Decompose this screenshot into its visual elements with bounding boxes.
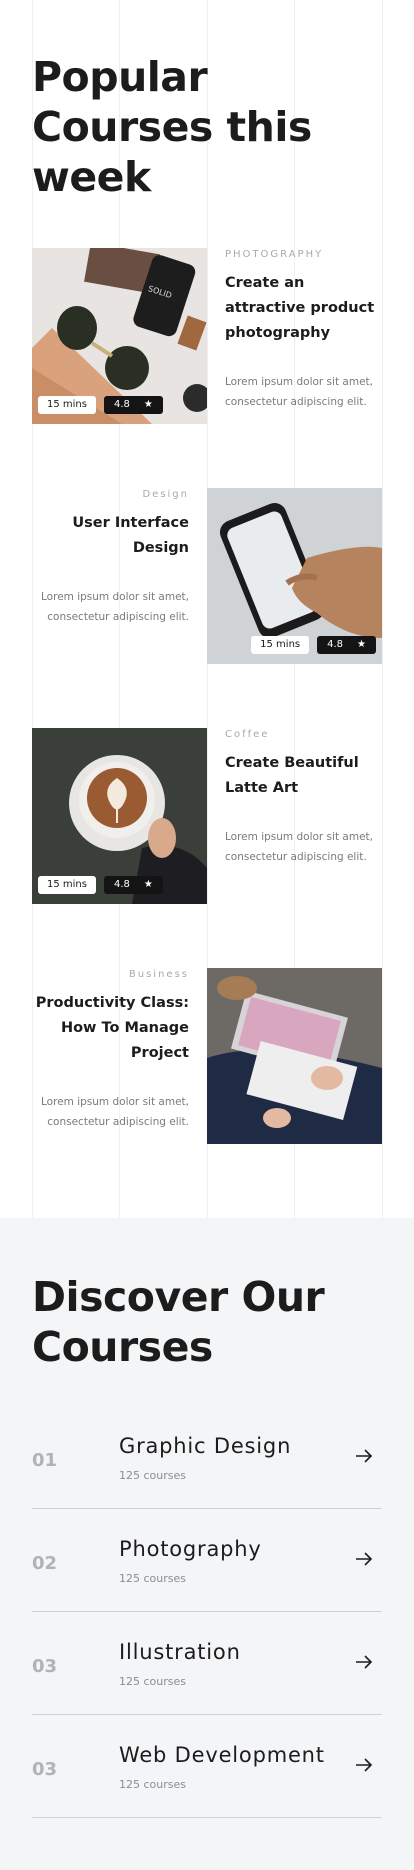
item-name[interactable]: Graphic Design [119, 1434, 291, 1458]
course-category: Coffee [225, 729, 270, 740]
course-card-design[interactable]: Design User Interface Design Lorem ipsum… [32, 488, 382, 664]
arrow-right-icon[interactable] [354, 1446, 374, 1466]
item-name[interactable]: Photography [119, 1537, 262, 1561]
laptop-lap-image[interactable] [207, 968, 382, 1144]
duration-badge: 15 mins [38, 396, 96, 414]
arrow-right-icon[interactable] [354, 1549, 374, 1569]
popular-courses-section: Popular Courses this week SOLID 15 mins … [0, 0, 414, 1218]
item-number: 03 [32, 1759, 58, 1780]
list-item[interactable]: 02 Photography 125 courses [32, 1509, 382, 1612]
rating-badge: 4.8 ★ [317, 636, 376, 654]
course-category: PHOTOGRAPHY [225, 249, 324, 260]
star-icon: ★ [143, 399, 153, 410]
list-item[interactable]: 01 Graphic Design 125 courses [32, 1406, 382, 1509]
rating-badge: 4.8 ★ [103, 876, 163, 894]
course-description: Lorem ipsum dolor sit amet, consectetur … [41, 1096, 189, 1128]
course-info: Business Productivity Class: How To Mana… [32, 968, 189, 1132]
rating-value: 4.8 [113, 879, 130, 890]
star-icon: ★ [357, 639, 366, 650]
course-info: Design User Interface Design Lorem ipsum… [32, 488, 189, 627]
course-info: PHOTOGRAPHY Create an attractive product… [225, 248, 385, 412]
item-count: 125 courses [119, 1572, 186, 1585]
item-name[interactable]: Web Development [119, 1743, 325, 1767]
phone-in-hand-image[interactable]: 15 mins 4.8 ★ [207, 488, 382, 664]
arrow-right-icon[interactable] [354, 1652, 374, 1672]
course-description: Lorem ipsum dolor sit amet, consectetur … [41, 591, 189, 623]
rating-value: 4.8 [327, 639, 344, 650]
course-title[interactable]: Productivity Class: How To Manage Projec… [32, 991, 189, 1066]
sunglasses-flatlay-image[interactable]: SOLID 15 mins 4.8 ★ [32, 248, 207, 424]
item-name[interactable]: Illustration [119, 1640, 241, 1664]
item-number: 03 [32, 1656, 58, 1677]
discover-courses-title: Discover Our Courses [32, 1273, 325, 1371]
course-card-photography[interactable]: SOLID 15 mins 4.8 ★ PHOTOGRAPHY Create a… [32, 248, 382, 424]
item-count: 125 courses [119, 1469, 186, 1482]
rating-value: 4.8 [113, 399, 130, 410]
list-item[interactable]: 03 Web Development 125 courses [32, 1715, 382, 1818]
course-meta-pills: 15 mins 4.8 ★ [38, 396, 163, 414]
duration-badge: 15 mins [38, 876, 96, 894]
course-description: Lorem ipsum dolor sit amet, consectetur … [225, 831, 373, 863]
course-info: Coffee Create Beautiful Latte Art Lorem … [225, 728, 385, 867]
course-card-business[interactable]: Business Productivity Class: How To Mana… [32, 968, 382, 1144]
course-card-coffee[interactable]: 15 mins 4.8 ★ Coffee Create Beautiful La… [32, 728, 382, 904]
popular-courses-title: Popular Courses this week [32, 53, 312, 201]
course-category: Design [142, 489, 189, 500]
duration-badge: 15 mins [251, 636, 310, 654]
item-count: 125 courses [119, 1675, 186, 1688]
star-icon: ★ [143, 879, 153, 890]
course-category: Business [128, 969, 189, 980]
arrow-right-icon[interactable] [354, 1755, 374, 1775]
discover-list: 01 Graphic Design 125 courses 02 Photogr… [32, 1406, 382, 1818]
item-number: 02 [32, 1553, 58, 1574]
list-item[interactable]: 03 Illustration 125 courses [32, 1612, 382, 1715]
latte-art-image[interactable]: 15 mins 4.8 ★ [32, 728, 207, 904]
course-title[interactable]: Create Beautiful Latte Art [225, 751, 385, 801]
item-count: 125 courses [119, 1778, 186, 1791]
course-title[interactable]: User Interface Design [32, 511, 189, 561]
rating-badge: 4.8 ★ [103, 396, 163, 414]
course-title[interactable]: Create an attractive product photography [225, 271, 385, 346]
course-description: Lorem ipsum dolor sit amet, consectetur … [225, 376, 373, 408]
course-meta-pills: 15 mins 4.8 ★ [251, 636, 376, 654]
item-number: 01 [32, 1450, 58, 1471]
course-meta-pills: 15 mins 4.8 ★ [38, 876, 163, 894]
discover-courses-section: Discover Our Courses 01 Graphic Design 1… [0, 1218, 414, 1870]
